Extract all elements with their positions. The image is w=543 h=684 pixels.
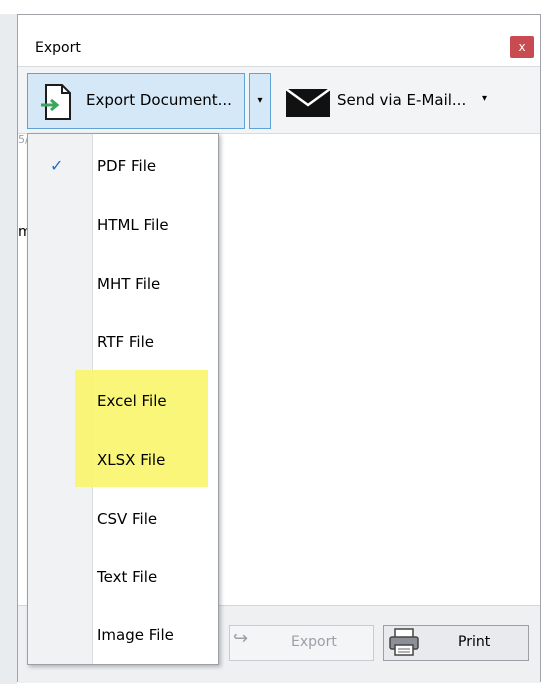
print-button-label: Print	[458, 634, 491, 650]
export-button-label: Export	[291, 634, 337, 650]
close-button[interactable]: x	[510, 36, 534, 58]
menu-item-rtf-file[interactable]: RTF File	[97, 333, 154, 351]
mail-icon[interactable]	[285, 88, 331, 118]
window-top-area	[0, 0, 543, 14]
export-dropdown-arrow[interactable]: ▾	[249, 73, 271, 129]
window-left-strip	[0, 14, 17, 684]
menu-item-image-file[interactable]: Image File	[97, 626, 174, 644]
menu-item-excel-file[interactable]: Excel File	[97, 392, 167, 410]
dialog-title: Export	[35, 40, 81, 56]
send-via-email-button[interactable]: Send via E-Mail...	[337, 91, 466, 109]
send-email-dropdown-arrow[interactable]: ▾	[482, 93, 487, 104]
menu-item-xlsx-file[interactable]: XLSX File	[97, 451, 165, 469]
export-document-icon	[41, 84, 71, 120]
printer-icon	[389, 628, 419, 656]
export-arrow-icon: ↪	[233, 628, 249, 649]
menu-item-csv-file[interactable]: CSV File	[97, 510, 157, 528]
menu-item-text-file[interactable]: Text File	[97, 568, 157, 586]
menu-item-html-file[interactable]: HTML File	[97, 216, 169, 234]
highlight-annotation	[75, 370, 208, 487]
menu-item-mht-file[interactable]: MHT File	[97, 275, 160, 293]
menu-item-pdf-file[interactable]: PDF File	[97, 157, 156, 175]
export-document-label: Export Document...	[86, 91, 232, 109]
checkmark-icon: ✓	[50, 156, 64, 175]
